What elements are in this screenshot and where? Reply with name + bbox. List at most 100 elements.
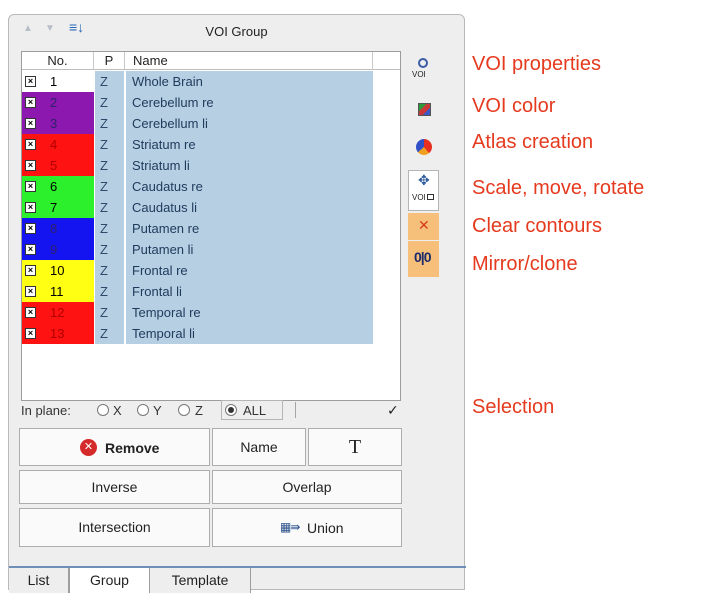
- table-row[interactable]: × 1 Z Whole Brain: [22, 71, 373, 92]
- row-name-cell[interactable]: Cerebellum re: [125, 92, 373, 113]
- row-name-cell[interactable]: Caudatus li: [125, 197, 373, 218]
- row-name-cell[interactable]: Putamen li: [125, 239, 373, 260]
- atlas-creation-icon: [416, 139, 432, 155]
- row-visibility-checkbox[interactable]: ×: [25, 265, 36, 276]
- row-color-swatch[interactable]: × 4: [22, 134, 94, 155]
- row-visibility-checkbox[interactable]: ×: [25, 328, 36, 339]
- table-row[interactable]: × 9 Z Putamen li: [22, 239, 373, 260]
- row-color-swatch[interactable]: × 3: [22, 113, 94, 134]
- table-row[interactable]: × 3 Z Cerebellum li: [22, 113, 373, 134]
- row-plane-cell: Z: [94, 281, 124, 302]
- row-visibility-checkbox[interactable]: ×: [25, 181, 36, 192]
- row-color-swatch[interactable]: × 2: [22, 92, 94, 113]
- clear-contours-button[interactable]: ✕: [408, 213, 439, 240]
- row-color-swatch[interactable]: × 8: [22, 218, 94, 239]
- annotation-voi-properties: VOI properties: [472, 53, 601, 75]
- table-row[interactable]: × 6 Z Caudatus re: [22, 176, 373, 197]
- row-name-cell[interactable]: Temporal li: [125, 323, 373, 344]
- row-color-swatch[interactable]: × 13: [22, 323, 94, 344]
- table-row[interactable]: × 11 Z Frontal li: [22, 281, 373, 302]
- voi-properties-button[interactable]: VOI: [408, 55, 439, 87]
- row-number: 2: [50, 95, 58, 110]
- radio-z[interactable]: [178, 404, 190, 416]
- row-number: 10: [50, 263, 65, 278]
- row-name: Putamen li: [132, 242, 194, 257]
- union-button[interactable]: ▦⇛ Union: [212, 508, 402, 547]
- row-name-cell[interactable]: Cerebellum li: [125, 113, 373, 134]
- radio-x-label: X: [113, 403, 122, 418]
- table-row[interactable]: × 13 Z Temporal li: [22, 323, 373, 344]
- row-name-cell[interactable]: Caudatus re: [125, 176, 373, 197]
- overlap-button[interactable]: Overlap: [212, 470, 402, 504]
- row-color-swatch[interactable]: × 11: [22, 281, 94, 302]
- table-row[interactable]: × 7 Z Caudatus li: [22, 197, 373, 218]
- scale-move-rotate-icon: ✥: [418, 172, 430, 188]
- column-header-number[interactable]: No.: [22, 52, 94, 70]
- row-visibility-checkbox[interactable]: ×: [25, 76, 36, 87]
- table-row[interactable]: × 12 Z Temporal re: [22, 302, 373, 323]
- row-name-cell[interactable]: Whole Brain: [125, 71, 373, 92]
- table-row[interactable]: × 8 Z Putamen re: [22, 218, 373, 239]
- row-visibility-checkbox[interactable]: ×: [25, 139, 36, 150]
- row-plane: Z: [100, 95, 108, 110]
- table-row[interactable]: × 5 Z Striatum li: [22, 155, 373, 176]
- text-tool-button[interactable]: T: [308, 428, 402, 466]
- atlas-creation-button[interactable]: [408, 131, 439, 163]
- row-name-cell[interactable]: Frontal li: [125, 281, 373, 302]
- mirror-clone-button[interactable]: 0|0: [408, 241, 439, 277]
- remove-button[interactable]: ✕ Remove: [19, 428, 210, 466]
- row-plane-cell: Z: [94, 155, 124, 176]
- table-row[interactable]: × 10 Z Frontal re: [22, 260, 373, 281]
- scale-move-rotate-button[interactable]: ✥ VOI: [408, 170, 439, 211]
- row-name-cell[interactable]: Striatum re: [125, 134, 373, 155]
- row-color-swatch[interactable]: × 6: [22, 176, 94, 197]
- row-color-swatch[interactable]: × 1: [22, 71, 94, 92]
- row-color-swatch[interactable]: × 9: [22, 239, 94, 260]
- tab-group[interactable]: Group: [69, 568, 150, 593]
- row-color-swatch[interactable]: × 7: [22, 197, 94, 218]
- row-visibility-checkbox[interactable]: ×: [25, 202, 36, 213]
- row-color-swatch[interactable]: × 10: [22, 260, 94, 281]
- row-name: Caudatus re: [132, 179, 203, 194]
- row-name-cell[interactable]: Striatum li: [125, 155, 373, 176]
- name-button[interactable]: Name: [212, 428, 306, 466]
- row-name-cell[interactable]: Temporal re: [125, 302, 373, 323]
- row-visibility-checkbox[interactable]: ×: [25, 307, 36, 318]
- voi-properties-icon: [418, 58, 428, 68]
- column-header-name[interactable]: Name: [125, 52, 373, 70]
- frame-mini-icon: [427, 194, 434, 200]
- tab-template[interactable]: Template: [150, 568, 251, 593]
- row-plane-cell: Z: [94, 176, 124, 197]
- row-name-cell[interactable]: Putamen re: [125, 218, 373, 239]
- row-plane-cell: Z: [94, 71, 124, 92]
- radio-all-label: ALL: [243, 403, 267, 418]
- voi-table[interactable]: No. P Name × 1 Z Whole Brain × 2 Z Cerebellum r…: [21, 51, 401, 401]
- row-plane-cell: Z: [94, 323, 124, 344]
- in-plane-label: In plane:: [21, 403, 71, 418]
- row-visibility-checkbox[interactable]: ×: [25, 223, 36, 234]
- row-visibility-checkbox[interactable]: ×: [25, 97, 36, 108]
- intersection-button[interactable]: Intersection: [19, 508, 210, 547]
- row-name-cell[interactable]: Frontal re: [125, 260, 373, 281]
- tab-list[interactable]: List: [9, 568, 69, 593]
- inverse-button[interactable]: Inverse: [19, 470, 210, 504]
- table-row[interactable]: × 4 Z Striatum re: [22, 134, 373, 155]
- radio-x[interactable]: [97, 404, 109, 416]
- row-name: Frontal li: [132, 284, 182, 299]
- voi-color-button[interactable]: [408, 95, 439, 127]
- checkmark-icon[interactable]: ✓: [387, 402, 399, 419]
- row-name: Temporal re: [132, 305, 201, 320]
- table-row[interactable]: × 2 Z Cerebellum re: [22, 92, 373, 113]
- column-header-plane[interactable]: P: [94, 52, 125, 70]
- row-visibility-checkbox[interactable]: ×: [25, 160, 36, 171]
- row-plane: Z: [100, 263, 108, 278]
- radio-y[interactable]: [137, 404, 149, 416]
- row-color-swatch[interactable]: × 12: [22, 302, 94, 323]
- annotation-voi-color: VOI color: [472, 95, 556, 117]
- radio-all[interactable]: [225, 404, 237, 416]
- row-visibility-checkbox[interactable]: ×: [25, 286, 36, 297]
- row-visibility-checkbox[interactable]: ×: [25, 118, 36, 129]
- row-plane: Z: [100, 137, 108, 152]
- row-color-swatch[interactable]: × 5: [22, 155, 94, 176]
- row-visibility-checkbox[interactable]: ×: [25, 244, 36, 255]
